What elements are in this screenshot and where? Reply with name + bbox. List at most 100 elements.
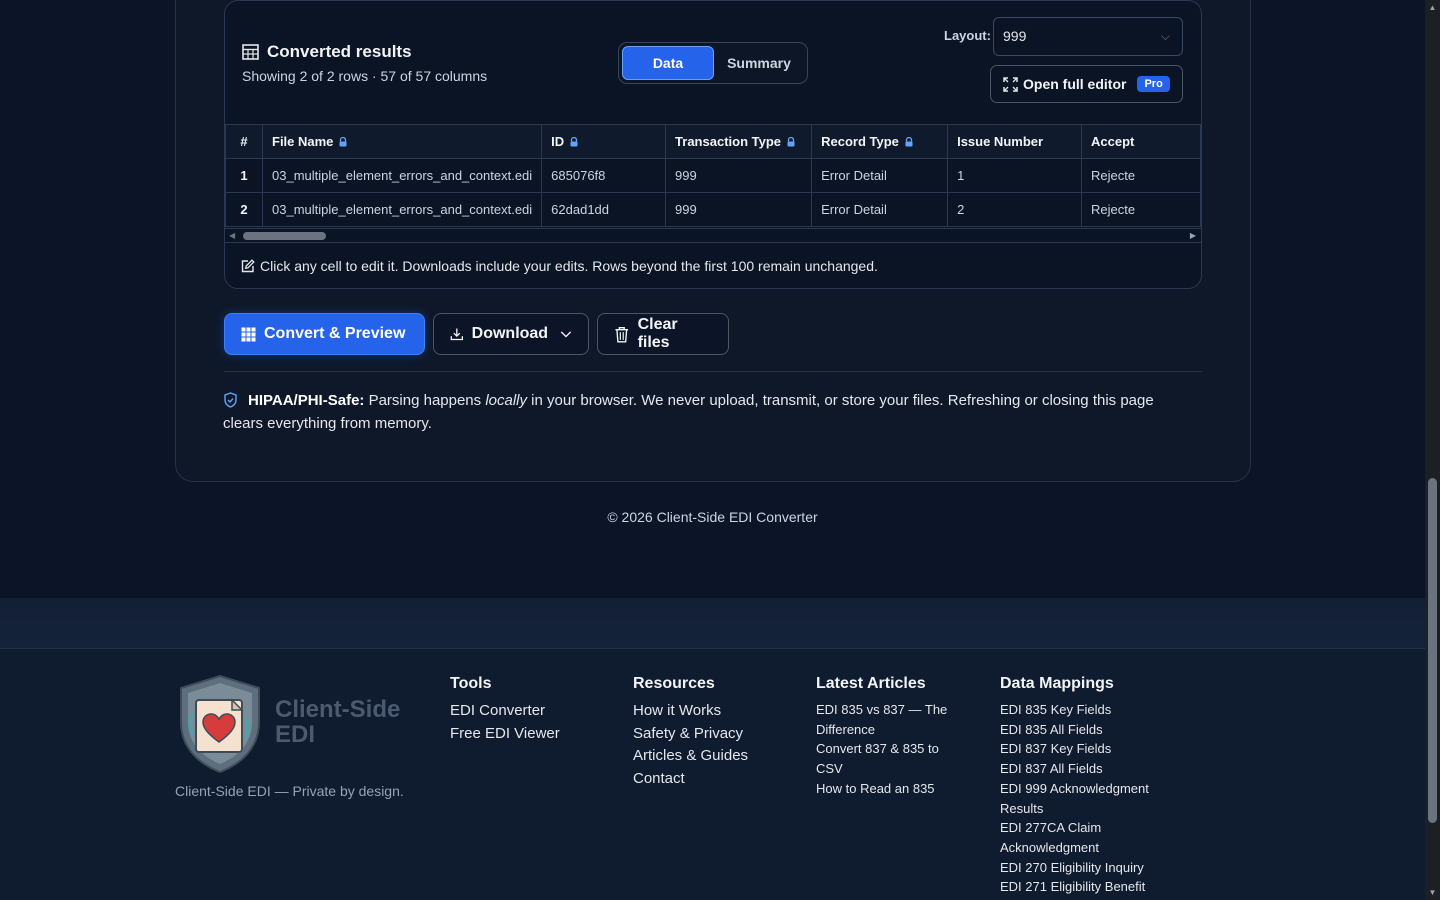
row-index-cell: 1 xyxy=(225,158,263,193)
footer-link-free-edi-viewer[interactable]: Free EDI Viewer xyxy=(450,723,560,746)
footer-heading-resources: Resources xyxy=(633,675,715,692)
edit-icon xyxy=(241,259,255,273)
column-header-record-type[interactable]: Record Type xyxy=(811,124,949,159)
page-vertical-scrollbar[interactable]: ▲ ▼ xyxy=(1425,0,1440,900)
footer-link-mapping[interactable]: EDI 835 All Fields xyxy=(1000,720,1175,740)
table-scroll-thumb[interactable] xyxy=(243,232,326,240)
lock-icon xyxy=(570,137,578,147)
footer-link-contact[interactable]: Contact xyxy=(633,768,748,791)
clear-files-button[interactable]: Clear files xyxy=(597,313,729,355)
shield-check-icon xyxy=(224,392,237,408)
issue-number-cell[interactable]: 2 xyxy=(947,192,1082,227)
view-toggle: Data Summary xyxy=(618,42,808,84)
clear-files-label: Clear files xyxy=(637,316,678,351)
footer-heading-tools: Tools xyxy=(450,675,492,692)
brand-logo-text: Client-Side EDI xyxy=(275,697,400,747)
scroll-right-icon[interactable]: ▶ xyxy=(1190,229,1196,242)
tab-summary[interactable]: Summary xyxy=(714,46,804,80)
grid-icon xyxy=(241,327,256,341)
footer-band xyxy=(0,598,1425,648)
id-cell[interactable]: 62dad1dd xyxy=(541,192,667,227)
results-title: Converted results xyxy=(242,42,412,62)
footer-link-mapping[interactable]: EDI 837 All Fields xyxy=(1000,759,1175,779)
id-cell[interactable]: 685076f8 xyxy=(541,158,667,193)
hipaa-text-before: Parsing happens xyxy=(364,392,486,409)
footer-link-mapping[interactable]: EDI 999 Acknowledgment Results xyxy=(1000,779,1175,818)
chevron-down-icon xyxy=(560,331,572,338)
column-header-transaction-type[interactable]: Transaction Type xyxy=(665,124,813,159)
hipaa-notice: HIPAA/PHI-Safe: Parsing happens locally … xyxy=(223,389,1193,435)
footer-link-safety-privacy[interactable]: Safety & Privacy xyxy=(633,723,748,746)
footer-link-mapping[interactable]: EDI 277CA Claim Acknowledgment xyxy=(1000,818,1175,857)
scroll-up-icon[interactable]: ▲ xyxy=(1425,0,1440,15)
table-row: 1 03_multiple_element_errors_and_context… xyxy=(225,158,1201,193)
brand-logo-line1: Client-Side xyxy=(275,696,401,723)
footer-column-tools: Tools EDI Converter Free EDI Viewer xyxy=(450,675,560,745)
footer-link-article[interactable]: Convert 837 & 835 to CSV xyxy=(816,739,966,778)
convert-preview-label: Convert & Preview xyxy=(264,325,406,342)
transaction-type-cell[interactable]: 999 xyxy=(665,192,813,227)
footer-heading-mappings: Data Mappings xyxy=(1000,675,1114,692)
lock-icon xyxy=(339,137,347,147)
edit-note-text: Click any cell to edit it. Downloads inc… xyxy=(260,258,878,274)
table-row: 2 03_multiple_element_errors_and_context… xyxy=(225,192,1201,227)
download-label: Download xyxy=(471,325,549,342)
column-header-index[interactable]: # xyxy=(225,124,263,159)
table-horizontal-scrollbar[interactable]: ◀ ▶ xyxy=(225,228,1201,243)
results-title-text: Converted results xyxy=(267,42,412,61)
footer-heading-articles: Latest Articles xyxy=(816,675,926,692)
page-scroll-thumb[interactable] xyxy=(1428,478,1437,823)
edit-note: Click any cell to edit it. Downloads inc… xyxy=(241,258,878,274)
record-type-cell[interactable]: Error Detail xyxy=(811,192,949,227)
scroll-left-icon[interactable]: ◀ xyxy=(229,229,235,242)
trash-icon xyxy=(615,326,629,342)
footer-column-mappings: Data Mappings EDI 835 Key Fields EDI 835… xyxy=(1000,675,1175,897)
footer-link-articles-guides[interactable]: Articles & Guides xyxy=(633,745,748,768)
layout-value: 999 xyxy=(1003,28,1027,44)
footer-link-edi-converter[interactable]: EDI Converter xyxy=(450,700,560,723)
lock-icon xyxy=(787,137,795,147)
table-icon xyxy=(242,44,259,60)
column-header-accept[interactable]: Accept xyxy=(1081,124,1201,159)
column-header-id[interactable]: ID xyxy=(541,124,667,159)
chevron-down-icon: ⌵ xyxy=(1160,29,1170,43)
row-index-cell: 2 xyxy=(225,192,263,227)
hipaa-title: HIPAA/PHI-Safe: xyxy=(248,392,365,409)
file-name-cell[interactable]: 03_multiple_element_errors_and_context.e… xyxy=(261,192,543,227)
issue-number-cell[interactable]: 1 xyxy=(947,158,1082,193)
open-full-editor-label: Open full editor xyxy=(1023,76,1127,92)
footer-link-how-it-works[interactable]: How it Works xyxy=(633,700,748,723)
accept-cell[interactable]: Rejecte xyxy=(1081,158,1201,193)
results-table-container[interactable]: # File Name ID Transaction Type Record T… xyxy=(225,124,1201,228)
pro-badge: Pro xyxy=(1137,76,1170,92)
transaction-type-cell[interactable]: 999 xyxy=(665,158,813,193)
footer-link-mapping[interactable]: EDI 270 Eligibility Inquiry xyxy=(1000,858,1175,878)
footer-tagline: Client-Side EDI — Private by design. xyxy=(175,783,404,799)
layout-label: Layout: xyxy=(944,28,991,43)
footer-link-article[interactable]: EDI 835 vs 837 — The Difference xyxy=(816,700,966,739)
brand-logo-line2: EDI xyxy=(275,721,316,748)
convert-preview-button[interactable]: Convert & Preview xyxy=(224,313,425,355)
layout-select[interactable]: 999 ⌵ xyxy=(993,17,1183,56)
footer-link-mapping[interactable]: EDI 271 Eligibility Benefit xyxy=(1000,877,1175,897)
open-full-editor-button[interactable]: Open full editor Pro xyxy=(990,65,1183,103)
footer-column-articles: Latest Articles EDI 835 vs 837 — The Dif… xyxy=(816,675,966,799)
file-name-cell[interactable]: 03_multiple_element_errors_and_context.e… xyxy=(261,158,543,193)
record-type-cell[interactable]: Error Detail xyxy=(811,158,949,193)
footer-link-mapping[interactable]: EDI 835 Key Fields xyxy=(1000,700,1175,720)
footer-link-mapping[interactable]: EDI 837 Key Fields xyxy=(1000,739,1175,759)
tab-data[interactable]: Data xyxy=(622,46,714,80)
expand-icon xyxy=(1003,76,1018,92)
download-button[interactable]: Download xyxy=(433,313,589,355)
table-header-row: # File Name ID Transaction Type Record T… xyxy=(225,124,1201,159)
hipaa-emphasis: locally xyxy=(485,392,528,409)
footer-column-resources: Resources How it Works Safety & Privacy … xyxy=(633,675,748,790)
column-header-issue-number[interactable]: Issue Number xyxy=(947,124,1082,159)
divider xyxy=(224,371,1202,372)
shield-logo-icon xyxy=(180,674,260,774)
column-header-file-name[interactable]: File Name xyxy=(261,124,543,159)
brand-logo[interactable] xyxy=(175,674,265,779)
scroll-down-icon[interactable]: ▼ xyxy=(1425,885,1440,900)
footer-link-article[interactable]: How to Read an 835 xyxy=(816,779,966,799)
accept-cell[interactable]: Rejecte xyxy=(1081,192,1201,227)
